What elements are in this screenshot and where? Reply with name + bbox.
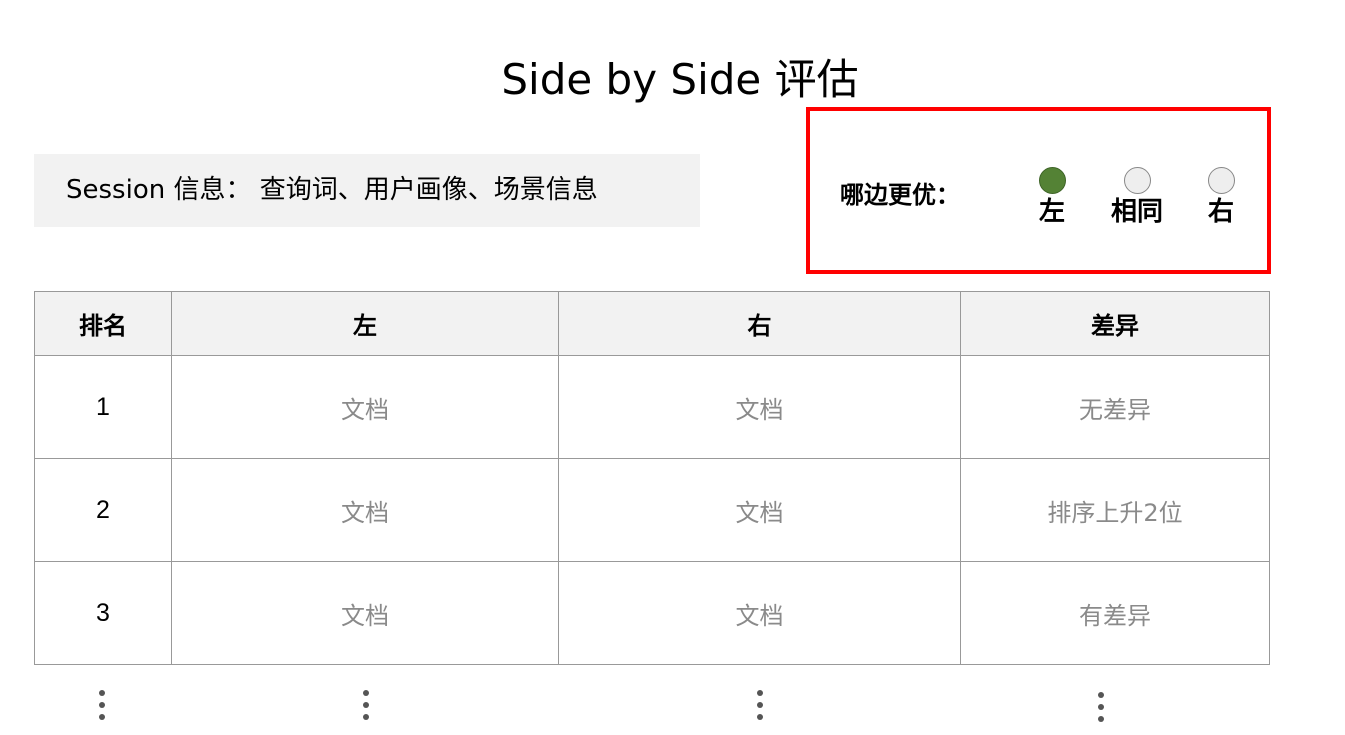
cell-right-doc: 文档 bbox=[558, 561, 961, 665]
comparison-table: 排名 左 右 差异 1 文档 文档 无差异 2 文档 文档 排序上升2位 3 文… bbox=[34, 291, 1270, 665]
header-diff: 差异 bbox=[960, 291, 1270, 356]
cell-rank: 1 bbox=[34, 355, 172, 459]
vote-option-label: 右 bbox=[1207, 197, 1234, 227]
radio-right[interactable] bbox=[1207, 167, 1235, 194]
table-row: 2 文档 文档 排序上升2位 bbox=[34, 458, 1270, 562]
page-title: Side by Side 评估 bbox=[501, 55, 859, 105]
vertical-ellipsis-icon bbox=[97, 690, 107, 726]
vertical-ellipsis-icon bbox=[1096, 692, 1106, 728]
vertical-ellipsis-icon bbox=[361, 690, 371, 726]
header-rank: 排名 bbox=[34, 291, 172, 356]
session-info-text: Session 信息： 查询词、用户画像、场景信息 bbox=[66, 175, 598, 205]
vote-question-label: 哪边更优： bbox=[840, 181, 960, 209]
cell-rank: 2 bbox=[34, 458, 172, 562]
cell-diff: 排序上升2位 bbox=[960, 458, 1270, 562]
table-header-row: 排名 左 右 差异 bbox=[34, 291, 1270, 356]
table-row: 1 文档 文档 无差异 bbox=[34, 355, 1270, 459]
vote-option-right[interactable]: 右 bbox=[1186, 167, 1256, 228]
header-right: 右 bbox=[558, 291, 961, 356]
cell-rank: 3 bbox=[34, 561, 172, 665]
cell-left-doc: 文档 bbox=[171, 458, 559, 562]
vote-option-label: 相同 bbox=[1110, 197, 1163, 227]
header-left: 左 bbox=[171, 291, 559, 356]
vote-option-label: 左 bbox=[1038, 197, 1065, 227]
cell-left-doc: 文档 bbox=[171, 355, 559, 459]
cell-diff: 有差异 bbox=[960, 561, 1270, 665]
cell-right-doc: 文档 bbox=[558, 458, 961, 562]
cell-right-doc: 文档 bbox=[558, 355, 961, 459]
cell-left-doc: 文档 bbox=[171, 561, 559, 665]
radio-same[interactable] bbox=[1123, 167, 1151, 194]
vote-option-same[interactable]: 相同 bbox=[1102, 167, 1172, 228]
table-row: 3 文档 文档 有差异 bbox=[34, 561, 1270, 665]
cell-diff: 无差异 bbox=[960, 355, 1270, 459]
vertical-ellipsis-icon bbox=[755, 690, 765, 726]
preference-vote-panel: 哪边更优： 左 相同 右 bbox=[806, 107, 1271, 274]
vote-option-left[interactable]: 左 bbox=[1017, 167, 1087, 228]
session-info-box: Session 信息： 查询词、用户画像、场景信息 bbox=[34, 154, 700, 227]
radio-left[interactable] bbox=[1038, 167, 1066, 194]
